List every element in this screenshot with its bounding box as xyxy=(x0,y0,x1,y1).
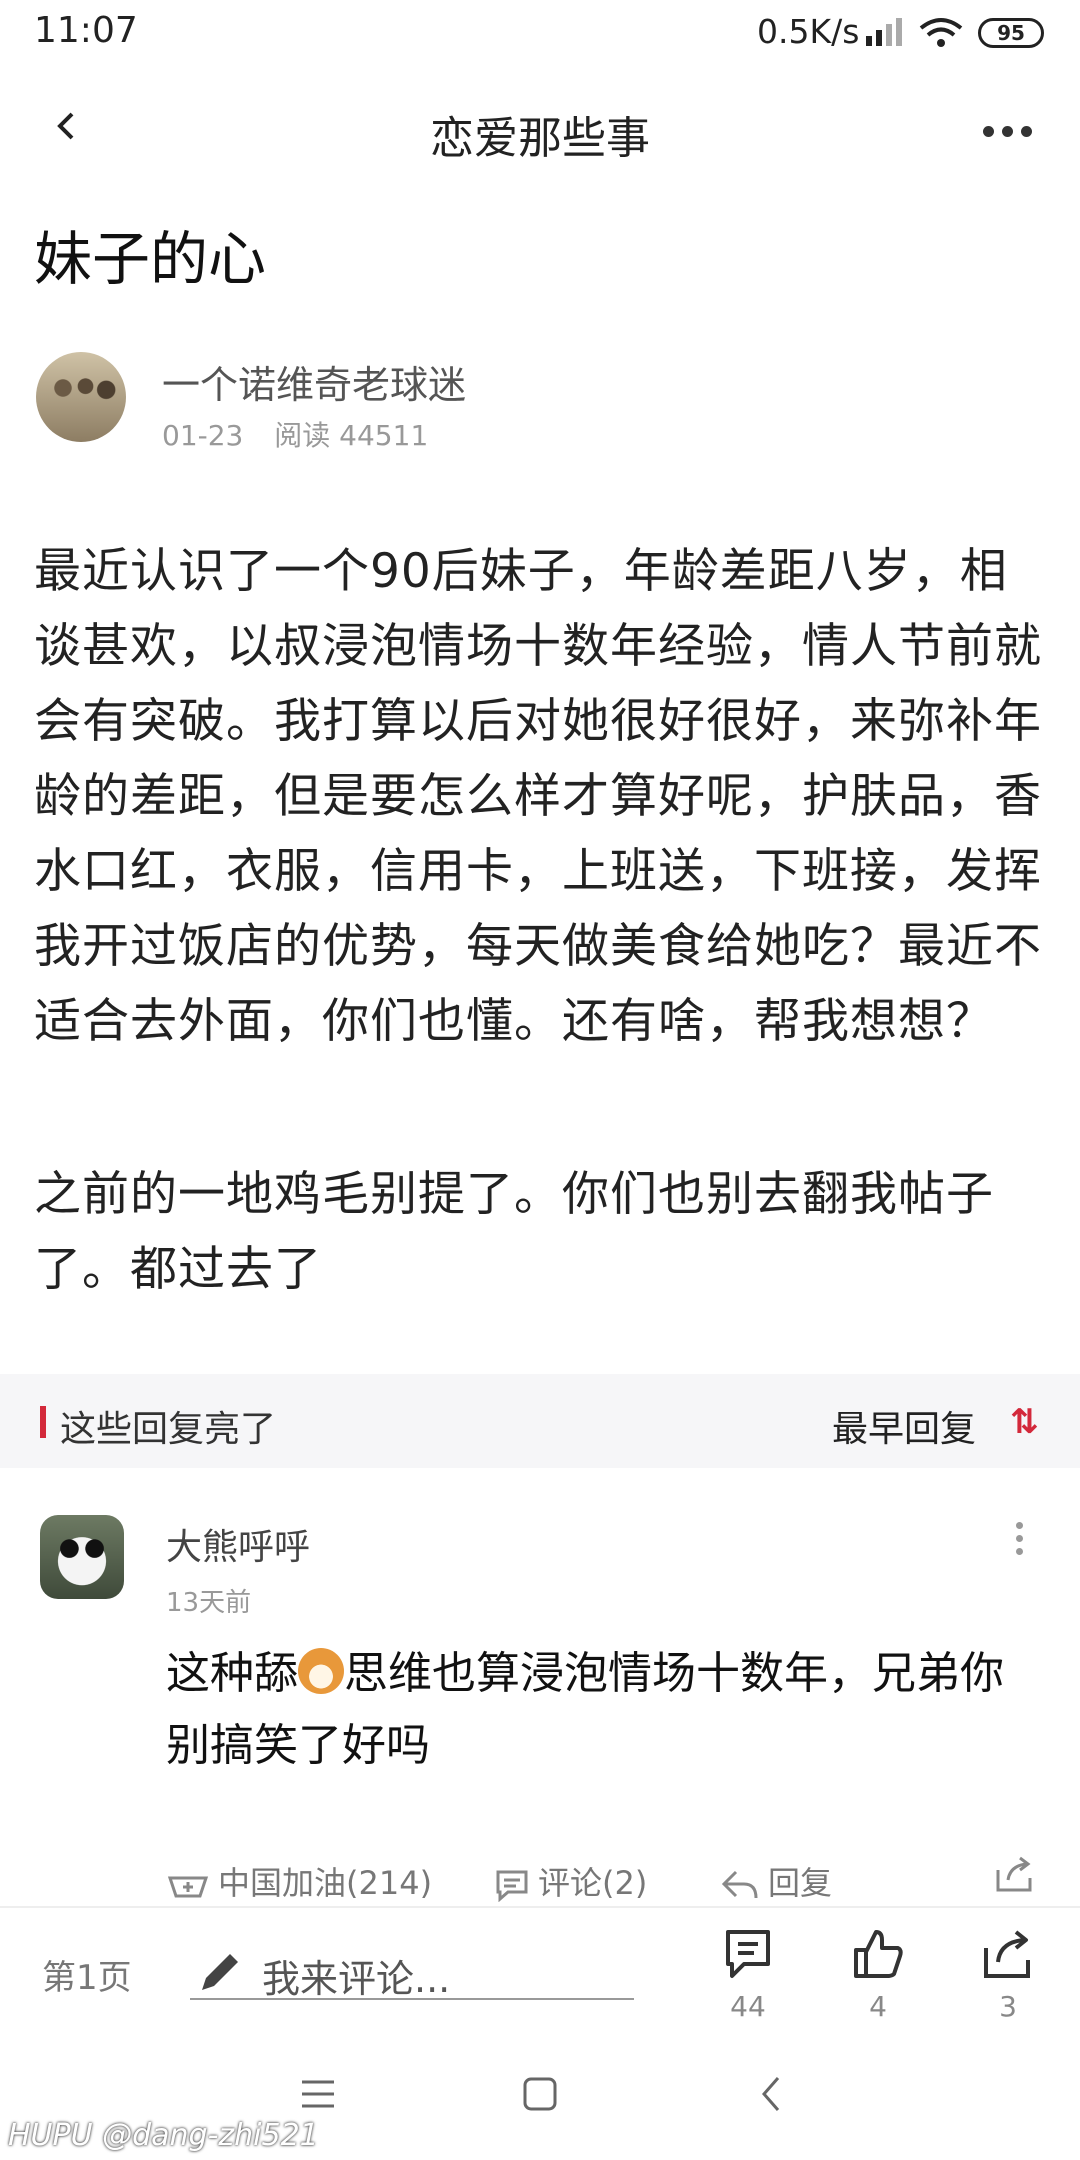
dog-emoji-icon xyxy=(298,1648,344,1694)
comment-menu-icon[interactable] xyxy=(1016,1522,1023,1561)
home-icon[interactable] xyxy=(522,2076,558,2112)
share-icon xyxy=(984,1930,1030,1978)
cheer-button[interactable]: 中国加油(214) xyxy=(166,1858,432,1904)
battery-indicator: 95 xyxy=(978,18,1044,48)
comment-text: 这种舔 思维也算浸泡情场十数年，兄弟你别搞笑了好吗 xyxy=(166,1648,1004,1771)
sort-icon[interactable]: ⇅ xyxy=(1010,1402,1039,1442)
thumbs-up-icon xyxy=(854,1930,903,1978)
reply-icon xyxy=(721,1870,758,1899)
share-button[interactable] xyxy=(978,1926,1038,1986)
comment-placeholder[interactable]: 我来评论... xyxy=(262,1948,450,2003)
post-date: 01-23 xyxy=(162,419,244,452)
comment-icon xyxy=(726,1930,770,1978)
comment-count-button[interactable] xyxy=(718,1926,778,1986)
post-paragraph: 最近认识了一个90后妹子，年龄差距八岁，相谈甚欢，以叔浸泡情场十数年经验，情人节… xyxy=(34,544,1042,1049)
like-count: 4 xyxy=(869,1990,887,2023)
commenter-name[interactable]: 大熊呼呼 xyxy=(166,1518,310,1570)
comment-bubble-icon xyxy=(496,1870,528,1902)
wifi-icon xyxy=(919,18,963,47)
share-count: 3 xyxy=(999,1990,1017,2023)
comment-time: 13天前 xyxy=(166,1588,252,1618)
pencil-icon xyxy=(202,1954,238,1990)
sort-button[interactable]: 最早回复 xyxy=(832,1400,976,1452)
section-marker xyxy=(40,1406,46,1438)
post-title: 妹子的心 xyxy=(34,225,267,293)
post-body-2: 之前的一地鸡毛别提了。你们也别去翻我帖子了。都过去了 xyxy=(34,1157,1054,1307)
comments-button[interactable]: 评论(2) xyxy=(494,1858,647,1904)
more-options-icon[interactable] xyxy=(983,122,1040,141)
system-back-icon[interactable] xyxy=(754,2076,790,2112)
highlight-replies-label: 这些回复亮了 xyxy=(60,1409,277,1450)
menu-icon[interactable] xyxy=(300,2076,336,2112)
page-indicator[interactable]: 第1页 xyxy=(42,1950,132,1999)
status-time: 11:07 xyxy=(34,10,138,51)
author-avatar[interactable] xyxy=(36,352,126,442)
network-speed: 0.5K/s xyxy=(757,12,860,51)
status-bar: 11:07 0.5K/s 95 xyxy=(0,0,1080,70)
author-name[interactable]: 一个诺维奇老球迷 xyxy=(162,354,466,409)
signal-icon xyxy=(866,18,902,46)
cheer-icon xyxy=(167,1876,209,1898)
share-comment-icon[interactable] xyxy=(992,1852,1036,1896)
watermark: HUPU @dang-zhi521 xyxy=(8,2118,319,2153)
post-body: 最近认识了一个90后妹子，年龄差距八岁，相谈甚欢，以叔浸泡情场十数年经验，情人节… xyxy=(34,534,1054,1059)
comment-count: 44 xyxy=(730,1990,766,2023)
forum-title: 恋爱那些事 xyxy=(430,113,650,164)
reply-button[interactable]: 回复 xyxy=(720,1858,832,1904)
like-button[interactable] xyxy=(848,1926,908,1986)
post-paragraph: 之前的一地鸡毛别提了。你们也别去翻我帖子了。都过去了 xyxy=(34,1167,994,1297)
read-count: 阅读 44511 xyxy=(274,419,429,452)
post-meta: 01-23 阅读 44511 xyxy=(162,414,428,454)
commenter-avatar[interactable] xyxy=(40,1515,124,1599)
